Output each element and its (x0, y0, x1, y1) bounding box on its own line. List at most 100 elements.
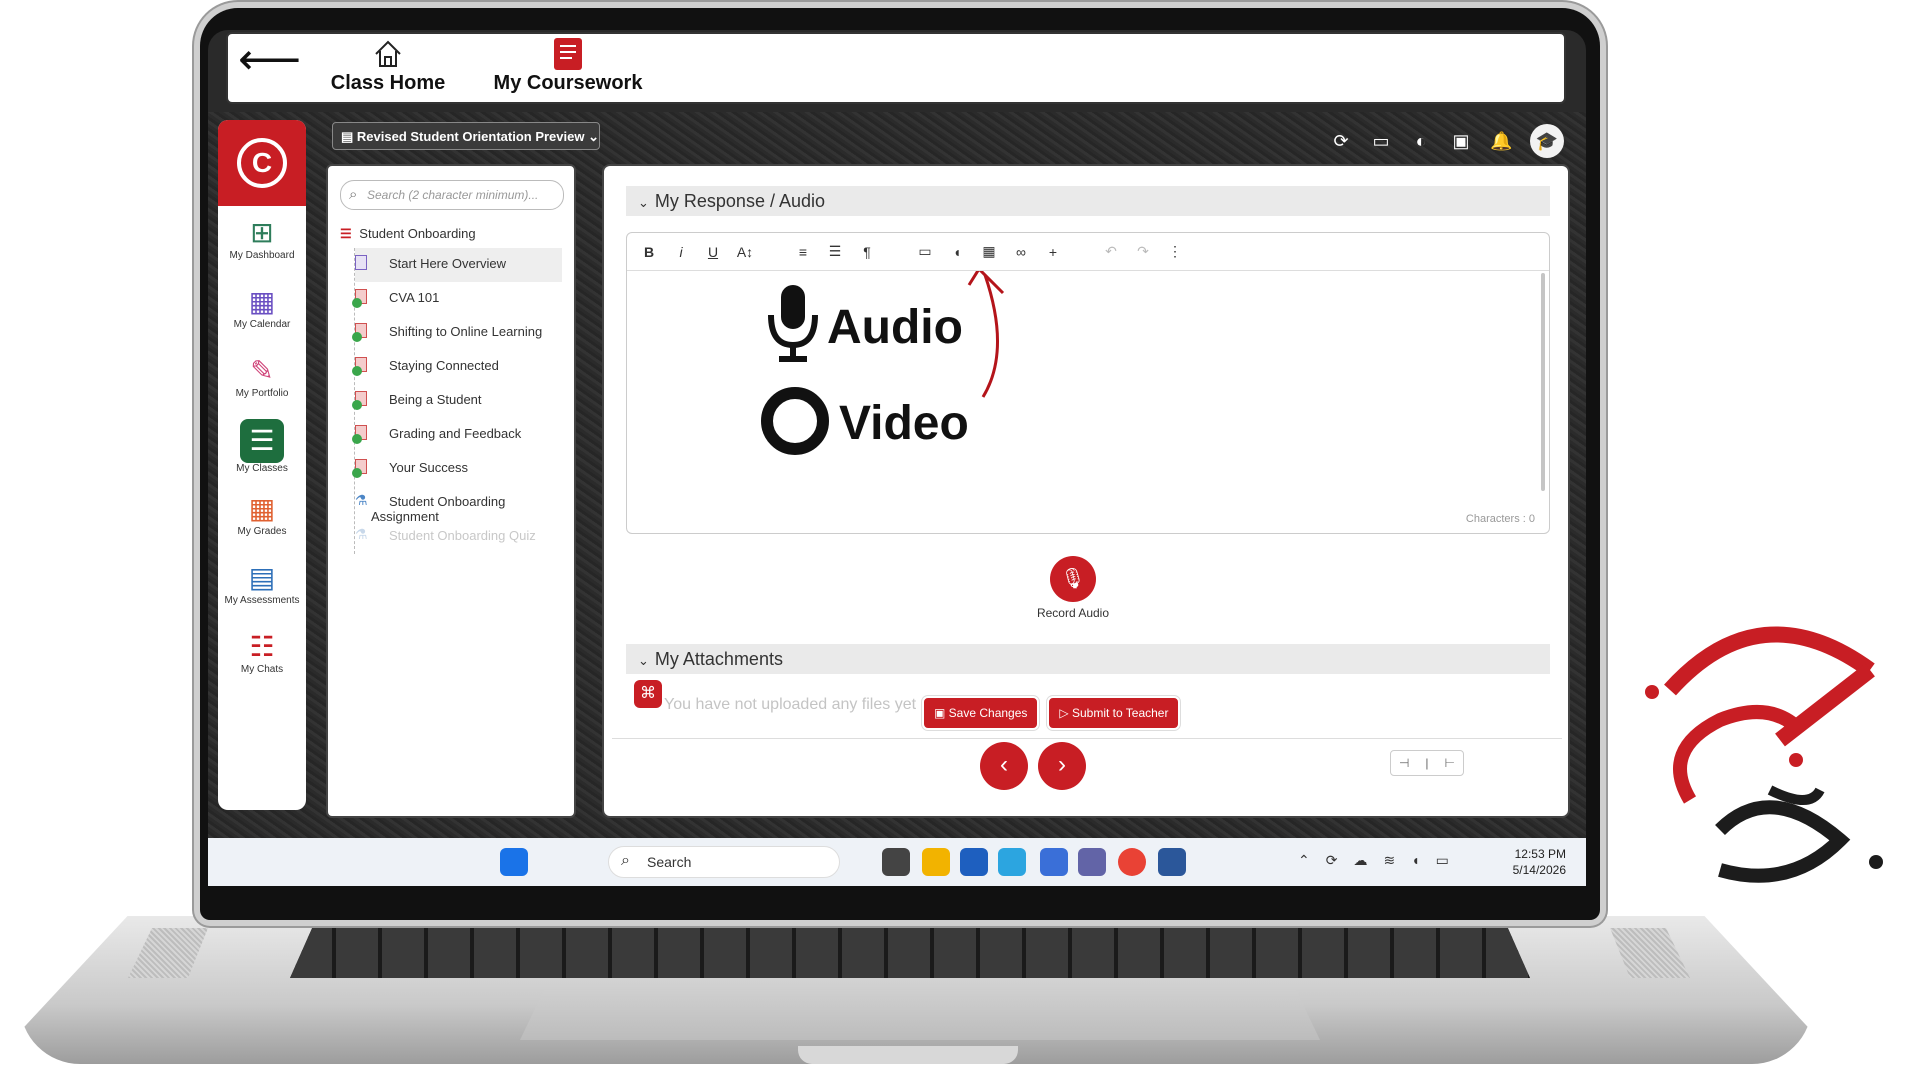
file-explorer-icon[interactable] (922, 848, 950, 876)
chat-icon[interactable]: ▣ (1450, 131, 1472, 152)
record-audio-button[interactable]: 🎙 Record Audio (1018, 556, 1128, 620)
chrome-icon[interactable] (1118, 848, 1146, 876)
chevron-down-icon: ⌄ (638, 653, 649, 668)
volume-icon[interactable]: ◖ (1411, 852, 1419, 869)
cloud-icon[interactable]: ☁ (1353, 852, 1367, 869)
layout-control[interactable]: ⊣ | ⊢ (1390, 750, 1464, 776)
rail-item-label: My Portfolio (235, 388, 289, 399)
tree-item[interactable]: Grading and Feedback (352, 418, 562, 452)
attach-icon[interactable]: ⌘ (634, 680, 662, 708)
split-left-icon[interactable]: ⊣ (1399, 756, 1409, 770)
divider (612, 738, 1562, 739)
refresh-icon[interactable]: ⟳ (1330, 131, 1352, 152)
response-header-label: My Response / Audio (654, 191, 826, 211)
table-icon[interactable]: ▦ (977, 243, 1001, 260)
video-icon[interactable]: ▭ (913, 243, 937, 260)
battery-icon[interactable]: ▭ (1436, 852, 1449, 869)
check-icon (352, 434, 362, 444)
taskbar-search[interactable]: ⌕ Search (608, 846, 840, 878)
editor-scrollbar[interactable] (1541, 273, 1545, 491)
attachments-section-header[interactable]: ⌄ My Attachments (626, 644, 1550, 674)
rail-item-calendar[interactable]: ▦ My Calendar (218, 275, 306, 344)
italic-icon[interactable]: i (669, 244, 693, 260)
tree-item[interactable]: Staying Connected (352, 350, 562, 384)
save-changes-button[interactable]: ▣ Save Changes (922, 696, 1040, 730)
previous-button[interactable]: ‹ (980, 742, 1028, 790)
word-icon[interactable] (1158, 848, 1186, 876)
tree-item-label: Your Success (389, 460, 469, 475)
response-section-header[interactable]: ⌄ My Response / Audio (626, 186, 1550, 216)
edge-icon[interactable] (998, 848, 1026, 876)
nav-class-home[interactable]: Class Home (328, 36, 448, 95)
align-icon[interactable]: ≡ (791, 244, 815, 260)
trackpad (520, 990, 1320, 1040)
microphone-icon: 🎙 (1050, 556, 1096, 602)
rail-item-assessments[interactable]: ▤ My Assessments (218, 551, 306, 620)
teams-icon[interactable] (1078, 848, 1106, 876)
calendar-icon: ▦ (248, 286, 276, 317)
rail-item-grades[interactable]: ▦ My Grades (218, 482, 306, 551)
task-view-icon[interactable] (882, 848, 910, 876)
tree-item-label: CVA 101 (389, 290, 440, 305)
sync-icon[interactable]: ⟳ (1326, 852, 1338, 869)
tree-item-label: Shifting to Online Learning (389, 324, 543, 339)
bell-icon[interactable]: 🔔 (1490, 131, 1512, 152)
rail-item-label: My Dashboard (229, 250, 295, 261)
rail-item-dashboard[interactable]: ⊞ My Dashboard (218, 206, 306, 275)
tree-search-input[interactable]: ⌕ Search (2 character minimum)... (340, 180, 564, 210)
editor-text-area[interactable]: Audio Video (627, 266, 1547, 495)
chevron-up-icon[interactable]: ⌃ (1298, 852, 1310, 869)
wifi-icon[interactable]: ≋ (1383, 852, 1395, 869)
list-icon[interactable]: ☰ (823, 243, 847, 260)
nav-class-home-label: Class Home (330, 72, 446, 94)
window-icon[interactable]: ▭ (1370, 131, 1392, 152)
font-size-icon[interactable]: A↕ (733, 244, 757, 260)
tree-item[interactable]: Being a Student (352, 384, 562, 418)
audio-icon[interactable]: ◖ (945, 244, 969, 260)
save-label: Save Changes (948, 706, 1028, 720)
tree-item[interactable]: Shifting to Online Learning (352, 316, 562, 350)
check-icon (352, 366, 362, 376)
contrast-icon[interactable]: ◐ (1410, 131, 1432, 152)
clock[interactable]: 12:53 PM 5/14/2026 (1513, 846, 1566, 878)
split-right-icon[interactable]: ⊢ (1445, 756, 1455, 770)
action-buttons: ▣ Save Changes ▷ Submit to Teacher (922, 696, 1181, 730)
redo-icon[interactable]: ↷ (1131, 243, 1155, 260)
chats-icon: ☷ (249, 631, 275, 662)
video-annotation: Video (839, 397, 969, 450)
tree-item[interactable]: CVA 101 (352, 282, 562, 316)
submit-to-teacher-button[interactable]: ▷ Submit to Teacher (1047, 696, 1181, 730)
paragraph-icon[interactable]: ¶ (855, 244, 879, 260)
tree-item[interactable]: Your Success (352, 452, 562, 486)
nav-my-coursework[interactable]: My Coursework (478, 36, 658, 95)
insert-icon[interactable]: + (1041, 244, 1065, 260)
classes-icon: ☰ (240, 419, 284, 463)
next-button[interactable]: › (1038, 742, 1086, 790)
audio-annotation: Audio (827, 301, 963, 354)
more-icon[interactable]: ⋮ (1163, 243, 1187, 260)
windows-start-icon[interactable] (500, 848, 528, 876)
bold-icon[interactable]: B (637, 244, 661, 260)
underline-icon[interactable]: U (701, 244, 725, 260)
undo-icon[interactable]: ↶ (1099, 243, 1123, 260)
avatar[interactable]: 🎓 (1530, 124, 1564, 158)
tree-item[interactable]: Start Here Overview (355, 248, 562, 282)
back-arrow-icon[interactable]: ⟵ (238, 38, 301, 82)
link-icon[interactable]: ∞ (1009, 244, 1033, 260)
rail-item-label: My Classes (236, 463, 288, 474)
course-select[interactable]: ▤ Revised Student Orientation Preview ⌄ (332, 122, 600, 150)
store-icon[interactable] (960, 848, 988, 876)
tree-root[interactable]: ☰ Student Onboarding (340, 226, 562, 242)
app-logo[interactable]: C (218, 120, 306, 206)
notepad-icon[interactable] (1040, 848, 1068, 876)
logo-icon: C (237, 138, 287, 188)
split-center-icon[interactable]: | (1425, 756, 1428, 770)
system-tray: ⌃ ⟳ ☁ ≋ ◖ ▭ (1298, 852, 1449, 869)
tree-item[interactable]: ⚗ Student Onboarding Assignment (355, 486, 562, 524)
rail-item-classes[interactable]: ☰ My Classes (218, 413, 306, 482)
clock-date: 5/14/2026 (1512, 863, 1566, 877)
rail-item-portfolio[interactable]: ✎ My Portfolio (218, 344, 306, 413)
rail-item-chats[interactable]: ☷ My Chats (218, 620, 306, 689)
search-icon: ⌕ (349, 186, 358, 203)
tree-item-label: Student Onboarding Quiz (389, 528, 536, 543)
